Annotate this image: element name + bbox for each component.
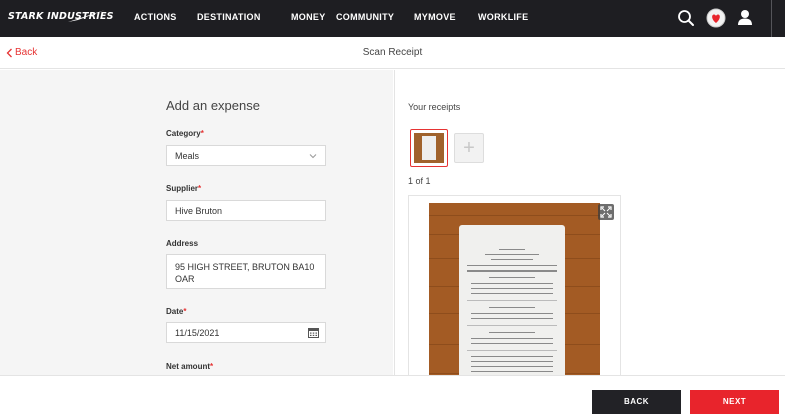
top-nav: STARK INDUSTRIES ACTIONS DESTINATION MON… xyxy=(0,0,785,37)
back-button[interactable]: BACK xyxy=(592,390,681,414)
required-marker: * xyxy=(183,307,187,316)
logo-text: STARK INDUSTRIES xyxy=(8,11,114,22)
category-select[interactable]: Meals xyxy=(166,145,326,166)
address-label-text: Address xyxy=(166,239,199,248)
nav-item-worklife[interactable]: WORKLIFE xyxy=(478,12,528,22)
receipt-paper xyxy=(459,225,565,375)
receipt-thumbnail-image xyxy=(414,133,444,163)
page-title: Scan Receipt xyxy=(362,47,423,58)
chevron-down-icon xyxy=(309,154,317,159)
form-title: Add an expense xyxy=(166,98,260,113)
search-icon[interactable] xyxy=(676,8,696,28)
receipt-thumbnail-paper xyxy=(422,136,436,160)
receipts-panel: Your receipts + 1 of 1 xyxy=(394,70,785,375)
date-input[interactable]: 11/15/2021 xyxy=(166,322,326,343)
required-marker: * xyxy=(198,184,202,193)
supplier-label: Supplier* xyxy=(166,184,201,193)
receipt-photo xyxy=(429,203,600,375)
category-label: Category* xyxy=(166,129,204,138)
supplier-label-text: Supplier xyxy=(166,184,199,193)
net-amount-label: Net amount* xyxy=(166,362,213,371)
address-value: 95 HIGH STREET, BRUTON BA10 OAR xyxy=(175,262,315,284)
nav-divider xyxy=(771,0,772,37)
calendar-icon[interactable] xyxy=(308,327,319,338)
expand-icon[interactable] xyxy=(598,204,614,220)
avatar-heart-icon[interactable] xyxy=(706,8,726,28)
date-label: Date* xyxy=(166,307,186,316)
footer-bar: BACK NEXT xyxy=(0,375,785,419)
receipt-viewer xyxy=(408,195,621,375)
date-value: 11/15/2021 xyxy=(175,327,220,338)
date-label-text: Date xyxy=(166,307,184,316)
receipt-count: 1 of 1 xyxy=(408,176,431,186)
required-marker: * xyxy=(210,362,214,371)
expense-form-panel: Add an expense Category* Meals Supplier*… xyxy=(0,70,393,375)
nav-item-mymove[interactable]: MYMOVE xyxy=(414,12,456,22)
category-value: Meals xyxy=(175,150,200,161)
user-icon[interactable] xyxy=(735,8,755,28)
address-textarea[interactable]: 95 HIGH STREET, BRUTON BA10 OAR xyxy=(166,254,326,289)
nav-item-destination[interactable]: DESTINATION xyxy=(197,12,261,22)
receipt-thumbnail[interactable] xyxy=(410,129,448,167)
add-receipt-button[interactable]: + xyxy=(454,133,484,163)
nav-item-money[interactable]: MONEY xyxy=(291,12,326,22)
nav-item-community[interactable]: COMMUNITY xyxy=(336,12,394,22)
supplier-input[interactable]: Hive Bruton xyxy=(166,200,326,221)
supplier-value: Hive Bruton xyxy=(175,205,223,216)
net-amount-label-text: Net amount xyxy=(166,362,210,371)
category-label-text: Category xyxy=(166,129,201,138)
nav-item-actions[interactable]: ACTIONS xyxy=(134,12,177,22)
required-marker: * xyxy=(200,129,204,138)
next-button[interactable]: NEXT xyxy=(690,390,779,414)
address-label: Address xyxy=(166,239,198,248)
brand-logo[interactable]: STARK INDUSTRIES xyxy=(8,8,114,26)
sub-header: Back Scan Receipt xyxy=(0,37,785,69)
receipts-title: Your receipts xyxy=(408,102,461,112)
